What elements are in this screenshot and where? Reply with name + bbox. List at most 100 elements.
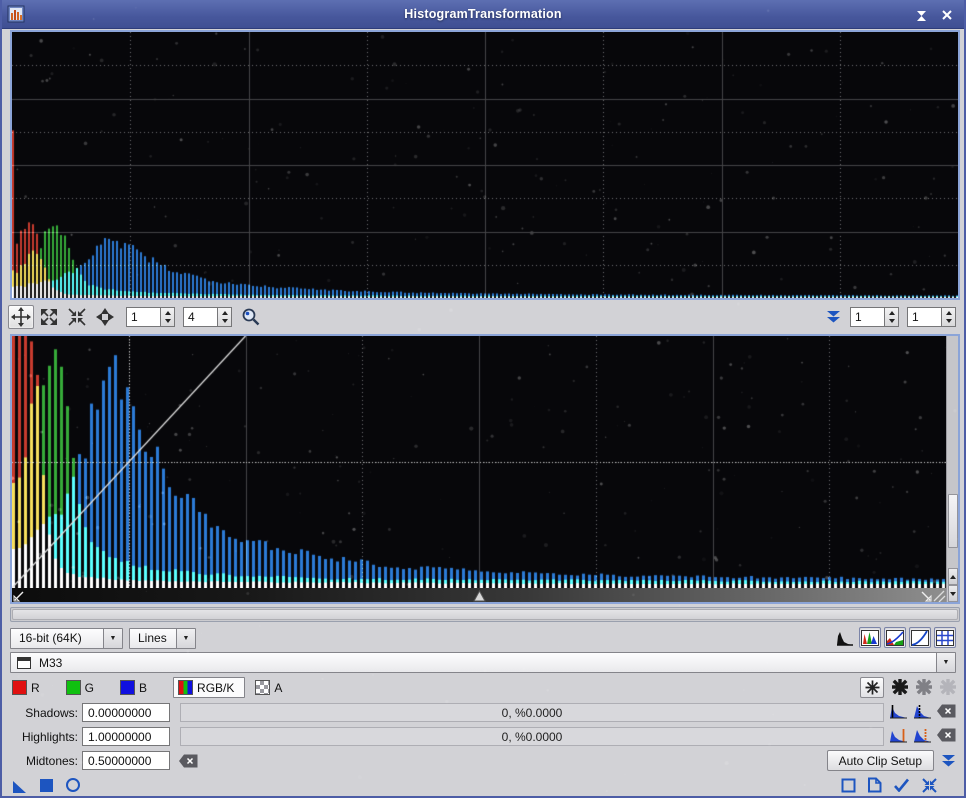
- channel-alpha-label: A: [274, 681, 282, 695]
- channel-blue-label: B: [139, 681, 147, 695]
- display-options-row: 16-bit (64K) ▼ Lines ▼: [2, 627, 964, 649]
- highlights-label: Highlights:: [2, 730, 82, 744]
- plot-style-combo[interactable]: Lines ▼: [129, 628, 196, 649]
- view-selector-row: M33 ▼: [2, 652, 964, 673]
- highlights-slider-handle[interactable]: [920, 589, 932, 607]
- grid-toggle[interactable]: [934, 627, 956, 648]
- midtones-label: Midtones:: [2, 754, 82, 768]
- shadows-slider-handle[interactable]: [13, 589, 25, 607]
- overview-h-zoom-spinbox[interactable]: [850, 307, 899, 327]
- midtones-row: Midtones: Auto Clip Setup: [2, 750, 964, 771]
- alpha-swatch-icon: [255, 680, 270, 695]
- highlights-clip-indicator-icon[interactable]: [940, 679, 956, 698]
- horizontal-scrollbar[interactable]: [10, 607, 960, 622]
- zoom-toolbar: [2, 302, 964, 332]
- histogram-main-canvas[interactable]: [12, 336, 946, 588]
- histogram-overview-canvas[interactable]: [12, 32, 958, 298]
- color-curve-toggle[interactable]: [884, 627, 906, 648]
- highlights-clip-count-icon[interactable]: [889, 728, 908, 748]
- scroll-down-button[interactable]: [948, 585, 958, 602]
- view-selector-combo[interactable]: M33 ▼: [10, 652, 956, 673]
- chevron-down-icon[interactable]: ▼: [176, 629, 195, 648]
- midtones-input[interactable]: [82, 751, 170, 770]
- horizontal-zoom-spinbox[interactable]: [126, 307, 175, 327]
- channel-rgbk-label: RGB/K: [197, 681, 234, 695]
- mono-histogram-toggle[interactable]: [834, 627, 856, 648]
- rgb-swatch-icon: [178, 680, 193, 695]
- vertical-zoom-input[interactable]: [183, 307, 217, 327]
- shadows-readout: 0, %0.0000: [180, 703, 884, 722]
- auto-clip-setup-label: Auto Clip Setup: [839, 754, 922, 768]
- chevron-down-icon[interactable]: ▼: [936, 653, 955, 672]
- reset-contract-icon[interactable]: [921, 777, 938, 794]
- channel-red-label: R: [31, 681, 40, 695]
- channel-red-button[interactable]: R: [12, 680, 40, 695]
- shadows-label: Shadows:: [2, 706, 82, 720]
- red-swatch-icon: [12, 680, 27, 695]
- new-instance-triangle-icon[interactable]: [11, 777, 28, 794]
- shadows-clip-count-icon[interactable]: [889, 704, 908, 724]
- highlights-reset-icon[interactable]: [937, 728, 956, 747]
- spin-buttons[interactable]: [217, 307, 232, 327]
- transfer-curve-toggle[interactable]: [909, 627, 931, 648]
- shadows-input[interactable]: [82, 703, 170, 722]
- raw-rgb-toggle-button[interactable]: [860, 677, 884, 698]
- close-icon[interactable]: [938, 7, 956, 23]
- resize-grip-icon[interactable]: [933, 589, 946, 607]
- shade-window-button[interactable]: [912, 7, 930, 23]
- image-window-icon: [17, 657, 31, 669]
- fit-view-button[interactable]: [92, 305, 118, 329]
- vertical-scrollbar-thumb[interactable]: [948, 494, 958, 548]
- highlights-auto-clip-icon[interactable]: [913, 728, 932, 748]
- midtones-slider-handle[interactable]: [473, 589, 486, 607]
- zoom-extents-button[interactable]: [36, 305, 62, 329]
- channel-row: R G B RGB/K A: [2, 677, 964, 698]
- shadows-clip-indicator-icon[interactable]: [892, 679, 908, 698]
- histogram-main-panel[interactable]: [10, 334, 960, 604]
- bit-depth-combo[interactable]: 16-bit (64K) ▼: [10, 628, 123, 649]
- channel-green-button[interactable]: G: [66, 680, 94, 695]
- green-swatch-icon: [66, 680, 81, 695]
- vertical-zoom-spinbox[interactable]: [183, 307, 232, 327]
- edit-instance-square-icon[interactable]: [841, 778, 856, 793]
- spin-buttons[interactable]: [941, 307, 956, 327]
- overview-section-chevron-icon[interactable]: [826, 310, 841, 324]
- channel-blue-button[interactable]: B: [120, 680, 147, 695]
- channel-rgbk-button[interactable]: RGB/K: [173, 677, 245, 698]
- window-title: HistogramTransformation: [0, 7, 966, 21]
- overview-v-zoom-spinbox[interactable]: [907, 307, 956, 327]
- title-bar[interactable]: HistogramTransformation: [0, 0, 966, 29]
- overview-v-zoom-input[interactable]: [907, 307, 941, 327]
- apply-square-icon[interactable]: [39, 778, 54, 793]
- highlights-input[interactable]: [82, 727, 170, 746]
- color-histogram-toggle[interactable]: [859, 627, 881, 648]
- shadows-reset-icon[interactable]: [937, 704, 956, 723]
- horizontal-scrollbar-thumb[interactable]: [12, 609, 958, 620]
- horizontal-zoom-input[interactable]: [126, 307, 160, 327]
- zoom-contract-button[interactable]: [64, 305, 90, 329]
- track-view-check-icon[interactable]: [893, 778, 910, 792]
- section-chevron-icon[interactable]: [941, 754, 956, 768]
- browse-documentation-icon[interactable]: [867, 777, 882, 793]
- chevron-down-icon[interactable]: ▼: [103, 629, 122, 648]
- channel-green-label: G: [85, 681, 94, 695]
- zoom-magnifier-button[interactable]: [238, 305, 264, 329]
- histogram-overview-panel[interactable]: [10, 30, 960, 300]
- midtones-clip-indicator-icon[interactable]: [916, 679, 932, 698]
- current-view-name: M33: [31, 656, 936, 670]
- overview-h-zoom-input[interactable]: [850, 307, 884, 327]
- scroll-up-button[interactable]: [948, 568, 958, 585]
- histogram-slider-strip[interactable]: [12, 588, 946, 602]
- auto-clip-setup-button[interactable]: Auto Clip Setup: [827, 750, 934, 771]
- pan-mode-button[interactable]: [8, 305, 34, 329]
- apply-global-circle-icon[interactable]: [65, 777, 81, 793]
- spin-buttons[interactable]: [884, 307, 899, 327]
- bit-depth-value: 16-bit (64K): [11, 631, 103, 645]
- channel-alpha-button[interactable]: A: [255, 680, 282, 695]
- vertical-scrollbar[interactable]: [946, 336, 958, 602]
- highlights-readout: 0, %0.0000: [180, 727, 884, 746]
- plot-style-value: Lines: [130, 631, 176, 645]
- midtones-reset-icon[interactable]: [179, 754, 198, 768]
- spin-buttons[interactable]: [160, 307, 175, 327]
- shadows-auto-clip-icon[interactable]: [913, 704, 932, 724]
